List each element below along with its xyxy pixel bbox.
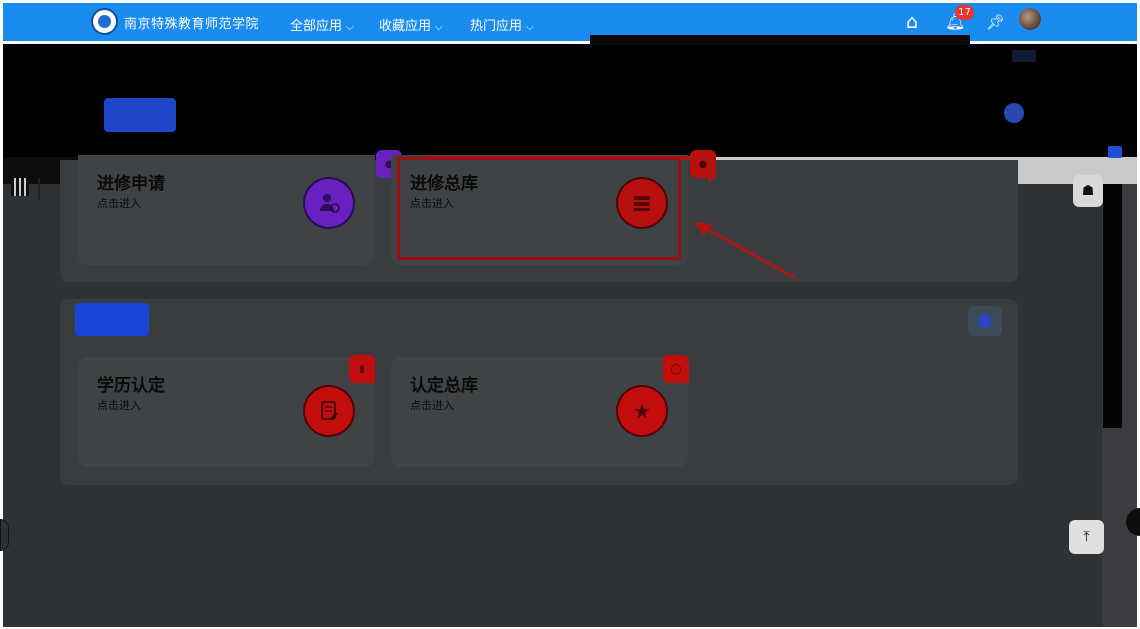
card-tab: ▮ bbox=[349, 355, 375, 383]
menu-popular-apps[interactable]: 热门应用 ⌵ bbox=[470, 15, 534, 34]
card-title: 进修申请 bbox=[97, 174, 165, 194]
school-logo[interactable] bbox=[91, 8, 118, 35]
avatar[interactable] bbox=[1019, 8, 1041, 30]
menu-all-apps-label: 全部应用 bbox=[290, 19, 343, 34]
annotation-highlight-box bbox=[397, 157, 681, 260]
banner-tag bbox=[1012, 50, 1036, 62]
user-clock-icon bbox=[303, 177, 355, 229]
annotation-arrow bbox=[694, 222, 796, 280]
side-home-button[interactable]: ☗ bbox=[1073, 175, 1103, 207]
arrow-up-icon: ⤒ bbox=[1083, 529, 1090, 545]
document-edit-icon bbox=[303, 385, 355, 437]
menu-all-apps[interactable]: 全部应用 ⌵ bbox=[290, 15, 354, 34]
card-tab: ● bbox=[690, 150, 716, 178]
card-subtitle: 点击进入 bbox=[97, 399, 141, 412]
chevron-down-icon: ⌵ bbox=[435, 22, 443, 33]
page: 南京特殊教育师范学院 全部应用 ⌵ 收藏应用 ⌵ 热门应用 ⌵ ⌂ 🔔︎ 📌︎ 17 … bbox=[0, 0, 1140, 629]
card-title: 学历认定 bbox=[97, 376, 165, 396]
left-drawer-handle[interactable] bbox=[0, 519, 9, 551]
back-to-top-button[interactable]: ⤒ bbox=[1069, 520, 1104, 554]
app-card-advanced-study-apply[interactable]: ● 进修申请 点击进入 bbox=[78, 150, 402, 265]
bookmark-icon: ◯ bbox=[670, 363, 682, 375]
card-subtitle: 点击进入 bbox=[410, 399, 454, 412]
document-edit-svg bbox=[321, 401, 338, 420]
side-indicator bbox=[1108, 146, 1122, 158]
banner-button[interactable] bbox=[104, 98, 176, 132]
divider bbox=[38, 178, 40, 200]
school-name[interactable]: 南京特殊教育师范学院 bbox=[124, 13, 259, 32]
menu-favorite-apps-label: 收藏应用 bbox=[379, 19, 432, 34]
section-label bbox=[75, 303, 149, 336]
collapse-icon[interactable] bbox=[968, 306, 1002, 336]
banner-toggle-icon[interactable] bbox=[1004, 103, 1024, 123]
notification-badge: 17 bbox=[955, 5, 974, 20]
scrollbar-thumb[interactable] bbox=[1103, 184, 1122, 428]
menu-popular-apps-label: 热门应用 bbox=[470, 19, 523, 34]
award-svg bbox=[634, 403, 650, 419]
chevron-down-icon: ⌵ bbox=[526, 22, 534, 33]
app-card-recognition-database[interactable]: ◯ 认定总库 点击进入 bbox=[391, 355, 689, 467]
card-title: 认定总库 bbox=[410, 376, 478, 396]
chevron-down-icon: ⌵ bbox=[346, 22, 354, 33]
annotation-highlight-side bbox=[708, 156, 711, 182]
menu-favorite-apps[interactable]: 收藏应用 ⌵ bbox=[379, 15, 443, 34]
bookmark-icon: ▮ bbox=[359, 363, 365, 375]
qr-code-icon[interactable] bbox=[11, 178, 29, 196]
pin-icon[interactable]: 📌︎ bbox=[986, 11, 1005, 33]
user-clock-svg bbox=[320, 194, 340, 213]
render-glitch bbox=[590, 35, 970, 45]
card-subtitle: 点击进入 bbox=[97, 197, 141, 210]
bookmark-icon: ● bbox=[698, 158, 708, 170]
home-icon[interactable]: ⌂ bbox=[906, 11, 918, 33]
home-icon: ☗ bbox=[1081, 183, 1095, 199]
app-card-degree-recognition[interactable]: ▮ 学历认定 点击进入 bbox=[78, 355, 375, 467]
award-icon bbox=[616, 385, 668, 437]
card-tab: ◯ bbox=[663, 355, 689, 383]
